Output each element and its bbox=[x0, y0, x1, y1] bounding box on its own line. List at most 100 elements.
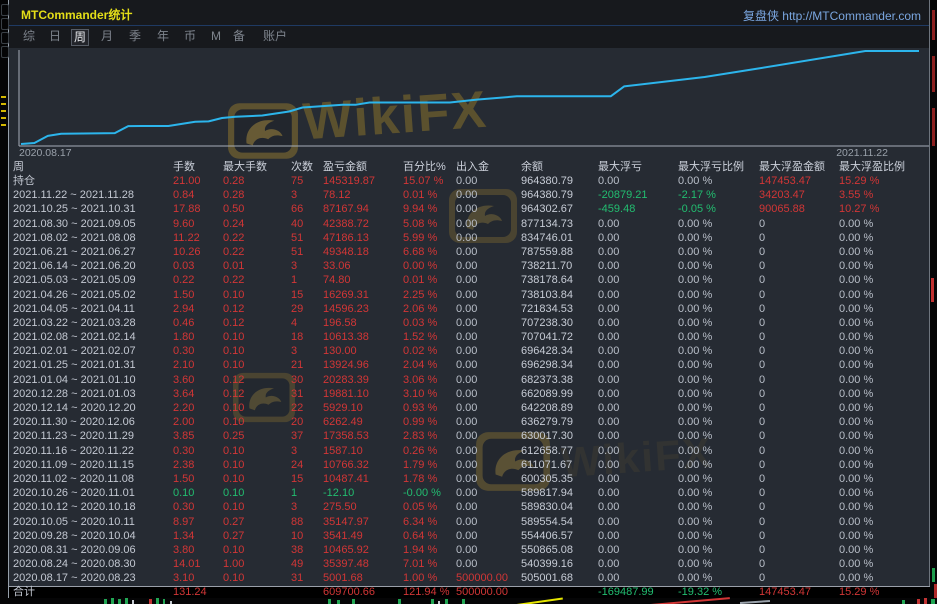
table-cell: 6.34 % bbox=[403, 515, 456, 529]
table-cell: 2021.08.30 ~ 2021.09.05 bbox=[13, 217, 173, 231]
table-row-week[interactable]: 2020.08.17 ~ 2020.08.233.100.10315001.68… bbox=[9, 571, 930, 585]
table-cell: 0.10 bbox=[223, 288, 291, 302]
table-cell: 2021.01.04 ~ 2021.01.10 bbox=[13, 373, 173, 387]
table-row-week[interactable]: 2021.06.21 ~ 2021.06.2710.260.225149348.… bbox=[9, 245, 930, 259]
table-cell: 3.85 bbox=[173, 429, 223, 443]
menu-item-季[interactable]: 季 bbox=[127, 29, 143, 44]
table-cell: 0.00 bbox=[598, 358, 678, 372]
table-row-week[interactable]: 2021.05.03 ~ 2021.05.090.220.22174.800.0… bbox=[9, 273, 930, 287]
table-row-week[interactable]: 2020.11.30 ~ 2020.12.062.000.10206262.49… bbox=[9, 415, 930, 429]
table-cell: 0.00 % bbox=[839, 316, 927, 330]
table-cell: 78.12 bbox=[323, 188, 403, 202]
table-row-week[interactable]: 2021.06.14 ~ 2021.06.200.030.01333.060.0… bbox=[9, 259, 930, 273]
table-cell: 738178.64 bbox=[521, 273, 598, 287]
menu-item-M[interactable]: M bbox=[209, 29, 223, 44]
table-cell: 0.00 % bbox=[839, 387, 927, 401]
table-cell: 0.00 % bbox=[678, 302, 759, 316]
table-row-week[interactable]: 2021.11.22 ~ 2021.11.280.840.28378.120.0… bbox=[9, 188, 930, 202]
table-row-week[interactable]: 2020.10.05 ~ 2020.10.118.970.278835147.9… bbox=[9, 515, 930, 529]
table-row-week[interactable]: 2020.11.23 ~ 2020.11.293.850.253717358.5… bbox=[9, 429, 930, 443]
table-cell: 696298.34 bbox=[521, 358, 598, 372]
table-cell: 0.00 bbox=[456, 188, 521, 202]
table-row-week[interactable]: 2021.03.22 ~ 2021.03.280.460.124196.580.… bbox=[9, 316, 930, 330]
table-cell: 持仓 bbox=[13, 174, 173, 188]
background-candle-fragment bbox=[111, 598, 114, 604]
table-cell: 2021.06.21 ~ 2021.06.27 bbox=[13, 245, 173, 259]
table-row-week[interactable]: 2021.02.01 ~ 2021.02.070.300.103130.000.… bbox=[9, 344, 930, 358]
table-cell: 0.22 bbox=[223, 273, 291, 287]
table-row-week[interactable]: 2020.08.24 ~ 2020.08.3014.011.004935397.… bbox=[9, 557, 930, 571]
table-row-week[interactable]: 2021.01.25 ~ 2021.01.312.100.102113924.9… bbox=[9, 358, 930, 372]
table-cell: 0.00 % bbox=[839, 330, 927, 344]
table-cell: 87167.94 bbox=[323, 202, 403, 216]
table-row-week[interactable]: 2020.08.31 ~ 2020.09.063.800.103810465.9… bbox=[9, 543, 930, 557]
table-cell: 0 bbox=[759, 543, 839, 557]
table-cell: 8.97 bbox=[173, 515, 223, 529]
column-header: 最大浮盈金额 bbox=[759, 160, 839, 174]
menu-item-账户[interactable]: 账户 bbox=[261, 29, 289, 44]
table-cell: 0.03 bbox=[173, 259, 223, 273]
table-cell: 0.00 bbox=[598, 316, 678, 330]
table-row-week[interactable]: 2020.12.14 ~ 2020.12.202.200.10225929.10… bbox=[9, 401, 930, 415]
table-row-week[interactable]: 2020.12.28 ~ 2021.01.033.640.123119881.1… bbox=[9, 387, 930, 401]
table-row-week[interactable]: 2021.02.08 ~ 2021.02.141.800.101810613.3… bbox=[9, 330, 930, 344]
table-cell: 0 bbox=[759, 316, 839, 330]
menu-item-日[interactable]: 日 bbox=[47, 29, 63, 44]
background-candle-fragment bbox=[1, 103, 6, 105]
table-row-week[interactable]: 2020.09.28 ~ 2020.10.041.340.27103541.49… bbox=[9, 529, 930, 543]
table-row-week[interactable]: 2020.10.26 ~ 2020.11.010.100.101-12.10-0… bbox=[9, 486, 930, 500]
table-cell: 696428.34 bbox=[521, 344, 598, 358]
table-cell: 0.00 % bbox=[839, 273, 927, 287]
window-title: MTCommander统计 bbox=[21, 6, 132, 23]
table-cell: 3 bbox=[291, 259, 323, 273]
table-row-week[interactable]: 2020.10.12 ~ 2020.10.180.300.103275.500.… bbox=[9, 500, 930, 514]
table-row-week[interactable]: 2021.08.02 ~ 2021.08.0811.220.225147186.… bbox=[9, 231, 930, 245]
background-candle-fragment bbox=[932, 56, 935, 92]
table-cell: 1.79 % bbox=[403, 458, 456, 472]
table-cell: 0 bbox=[759, 259, 839, 273]
table-cell: 500000.00 bbox=[456, 571, 521, 585]
table-cell: 0 bbox=[759, 458, 839, 472]
table-cell: 589817.94 bbox=[521, 486, 598, 500]
table-cell: 0.00 bbox=[598, 330, 678, 344]
table-row-week[interactable]: 2020.11.09 ~ 2020.11.152.380.102410766.3… bbox=[9, 458, 930, 472]
menu-item-周[interactable]: 周 bbox=[71, 29, 89, 46]
table-cell: 964302.67 bbox=[521, 202, 598, 216]
menu-item-综[interactable]: 综 bbox=[21, 29, 37, 44]
table-cell: 15 bbox=[291, 472, 323, 486]
table-cell: 3 bbox=[291, 444, 323, 458]
menu-item-年[interactable]: 年 bbox=[155, 29, 171, 44]
table-row-week[interactable]: 2020.11.16 ~ 2020.11.220.300.1031587.100… bbox=[9, 444, 930, 458]
table-cell: 0.26 % bbox=[403, 444, 456, 458]
background-candle-fragment bbox=[337, 600, 340, 604]
table-cell: 0.00 bbox=[456, 217, 521, 231]
menu-item-备[interactable]: 备 bbox=[231, 29, 247, 44]
table-row-week[interactable]: 2021.08.30 ~ 2021.09.059.600.244042388.7… bbox=[9, 217, 930, 231]
table-row-week[interactable]: 2021.04.05 ~ 2021.04.112.940.122914596.2… bbox=[9, 302, 930, 316]
table-cell: 0.00 bbox=[456, 174, 521, 188]
table-cell: 636279.79 bbox=[521, 415, 598, 429]
table-cell: 10 bbox=[291, 529, 323, 543]
table-cell: 0.10 bbox=[223, 330, 291, 344]
table-row-week[interactable]: 2020.11.02 ~ 2020.11.081.500.101510487.4… bbox=[9, 472, 930, 486]
table-cell: 0.00 % bbox=[839, 344, 927, 358]
table-cell: 707238.30 bbox=[521, 316, 598, 330]
table-row-week[interactable]: 2021.04.26 ~ 2021.05.021.500.101516269.3… bbox=[9, 288, 930, 302]
menu-item-币[interactable]: 币 bbox=[182, 29, 198, 44]
table-cell: 2.20 bbox=[173, 401, 223, 415]
table-cell: 0 bbox=[759, 273, 839, 287]
table-cell: 787559.88 bbox=[521, 245, 598, 259]
table-cell: 5.99 % bbox=[403, 231, 456, 245]
table-cell: 0.00 % bbox=[839, 571, 927, 585]
table-cell: 0.05 % bbox=[403, 500, 456, 514]
table-row-week[interactable]: 2021.10.25 ~ 2021.10.3117.880.506687167.… bbox=[9, 202, 930, 216]
table-cell: 0 bbox=[759, 529, 839, 543]
background-candle-fragment bbox=[462, 599, 465, 604]
table-cell: 1.94 % bbox=[403, 543, 456, 557]
vendor-link[interactable]: 复盘侠 http://MTCommander.com bbox=[743, 7, 921, 24]
table-cell: 738103.84 bbox=[521, 288, 598, 302]
table-row-week[interactable]: 2021.01.04 ~ 2021.01.103.600.123020283.3… bbox=[9, 373, 930, 387]
menu-item-月[interactable]: 月 bbox=[99, 29, 115, 44]
table-row-open-positions[interactable]: 持仓21.000.2875145319.8715.07 %0.00964380.… bbox=[9, 174, 930, 188]
table-cell: 0.00 % bbox=[678, 557, 759, 571]
